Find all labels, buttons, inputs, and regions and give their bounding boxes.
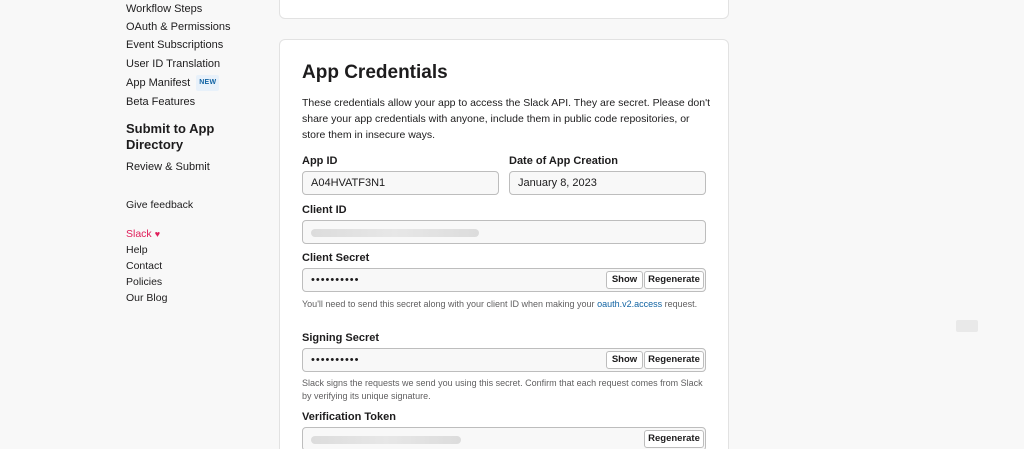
app-id-label: App ID (302, 155, 338, 167)
signing-secret-hint: Slack signs the requests we send you usi… (302, 378, 703, 401)
previous-section-card (279, 0, 729, 19)
submit-section-heading: Submit to App Directory (126, 121, 215, 152)
signing-secret-show-button[interactable]: Show (606, 351, 643, 369)
sidebar-item-user-id-translation[interactable]: User ID Translation (126, 57, 220, 71)
verification-token-label: Verification Token (302, 411, 396, 423)
heart-icon: ♥ (154, 229, 161, 239)
signing-secret-label: Signing Secret (302, 332, 380, 344)
client-id-label: Client ID (302, 204, 347, 216)
client-secret-hint: You'll need to send this secret along wi… (302, 298, 707, 311)
verification-token-field[interactable]: Regenerate (302, 427, 706, 449)
client-secret-field[interactable]: •••••••••• Show Regenerate (302, 268, 706, 292)
signing-secret-field[interactable]: •••••••••• Show Regenerate (302, 348, 706, 372)
client-secret-show-button[interactable]: Show (606, 271, 643, 289)
masked-secret: •••••••••• (311, 274, 360, 286)
give-feedback-link[interactable]: Give feedback (126, 198, 193, 212)
signing-secret-regenerate-button[interactable]: Regenerate (644, 351, 704, 369)
app-credentials-card: App Credentials These credentials allow … (279, 39, 729, 449)
masked-secret: •••••••••• (311, 354, 360, 366)
footer-link-contact[interactable]: Contact (126, 259, 162, 273)
sidebar-item-review-submit[interactable]: Review & Submit (126, 160, 210, 174)
sidebar-item-label: App Manifest (126, 77, 191, 89)
new-badge: NEW (196, 75, 220, 91)
oauth-v2-access-link[interactable]: oauth.v2.access (597, 299, 662, 309)
footer-link-policies[interactable]: Policies (126, 275, 162, 289)
footer-link-slack[interactable]: Slack ♥ (126, 227, 160, 241)
sidebar-item-event-subscriptions[interactable]: Event Subscriptions (126, 38, 223, 52)
hint-text: request. (662, 299, 698, 309)
redacted-value (311, 229, 479, 237)
sidebar-item-app-manifest[interactable]: App Manifest NEW (126, 75, 220, 91)
footer-link-label: Slack (126, 228, 152, 240)
creation-date-label: Date of App Creation (509, 155, 618, 167)
creation-date-field[interactable]: January 8, 2023 (509, 171, 706, 195)
floating-chip (956, 320, 978, 332)
page-title: App Credentials (302, 62, 448, 83)
client-secret-regenerate-button[interactable]: Regenerate (644, 271, 704, 289)
app-settings-page: Workflow Steps OAuth & Permissions Event… (0, 0, 1024, 449)
hint-text: You'll need to send this secret along wi… (302, 299, 598, 309)
client-id-field[interactable] (302, 220, 706, 244)
client-secret-label: Client Secret (302, 252, 370, 264)
app-id-field[interactable]: A04HVATF3N1 (302, 171, 499, 195)
sidebar-item-beta-features[interactable]: Beta Features (126, 95, 195, 109)
footer-link-our-blog[interactable]: Our Blog (126, 291, 167, 305)
sidebar-item-oauth-permissions[interactable]: OAuth & Permissions (126, 20, 231, 34)
verification-token-regenerate-button[interactable]: Regenerate (644, 430, 704, 448)
footer-link-help[interactable]: Help (126, 243, 148, 257)
redacted-value (311, 436, 461, 444)
credentials-description: These credentials allow your app to acce… (302, 97, 711, 141)
sidebar-item-workflow-steps[interactable]: Workflow Steps (126, 2, 202, 16)
